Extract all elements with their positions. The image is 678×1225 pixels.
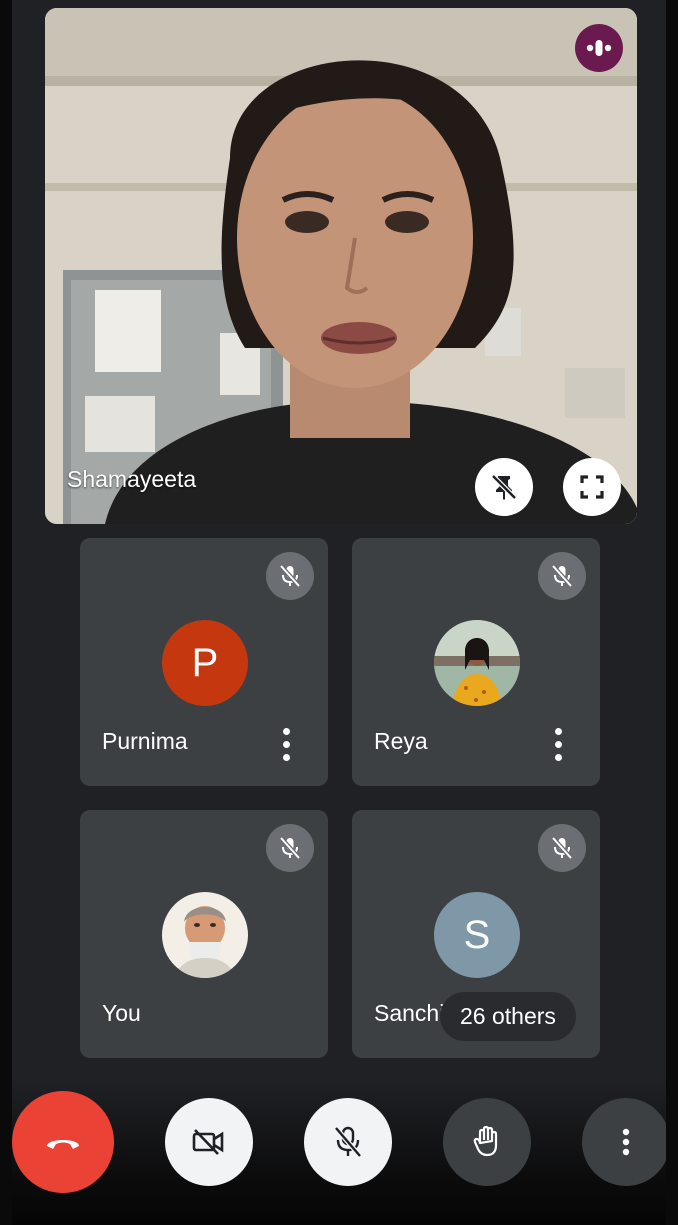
camera-off-icon [192,1129,224,1155]
speaking-indicator-icon [575,24,623,72]
avatar-photo [434,620,520,706]
speaker-video-frame [45,8,637,524]
more-vert-icon [554,727,562,735]
participant-name: Sanchi [374,1000,445,1026]
participant-tile[interactable]: You [80,810,328,1058]
mic-muted-badge [538,824,586,872]
camera-toggle-button[interactable] [165,1098,253,1186]
microphone-toggle-button[interactable] [304,1098,392,1186]
end-call-button[interactable] [12,1091,114,1193]
raise-hand-icon [473,1125,498,1157]
participant-tile[interactable]: S Sanchi 26 others [352,810,600,1058]
meet-call-screen: Shamayeeta P Purnima Reya You S Sanchi 2… [0,0,678,1225]
mic-off-icon [551,564,573,588]
participant-more-button[interactable] [546,724,570,764]
fullscreen-icon [580,475,604,499]
mic-muted-badge [266,824,314,872]
others-count-chip[interactable]: 26 others [440,992,576,1041]
avatar: S [434,892,520,978]
mic-off-icon [279,836,301,860]
mic-muted-badge [266,552,314,600]
avatar-photo [162,892,248,978]
unpin-button[interactable] [475,458,533,516]
participant-more-button[interactable] [274,724,298,764]
main-video-tile[interactable]: Shamayeeta [45,8,637,524]
participant-name: Reya [374,728,428,754]
unpin-icon [491,474,517,500]
speaker-name-label: Shamayeeta [67,466,197,492]
mic-off-icon [334,1126,362,1158]
more-vert-icon [282,727,290,735]
participant-tile[interactable]: P Purnima [80,538,328,786]
avatar [162,892,248,978]
mic-muted-badge [538,552,586,600]
avatar-initial: P [191,640,219,685]
more-options-icon [622,1128,630,1156]
participant-name: Purnima [102,728,188,754]
audio-level-icon [586,40,612,56]
avatar: P [162,620,248,706]
end-call-icon [47,1140,79,1149]
mic-off-icon [551,836,573,860]
raise-hand-button[interactable] [443,1098,531,1186]
participant-name: You [102,1000,141,1026]
fullscreen-button[interactable] [563,458,621,516]
more-options-button[interactable] [582,1098,666,1186]
participant-tile[interactable]: Reya [352,538,600,786]
avatar [434,620,520,706]
avatar-initial: S [463,912,491,957]
mic-off-icon [279,564,301,588]
